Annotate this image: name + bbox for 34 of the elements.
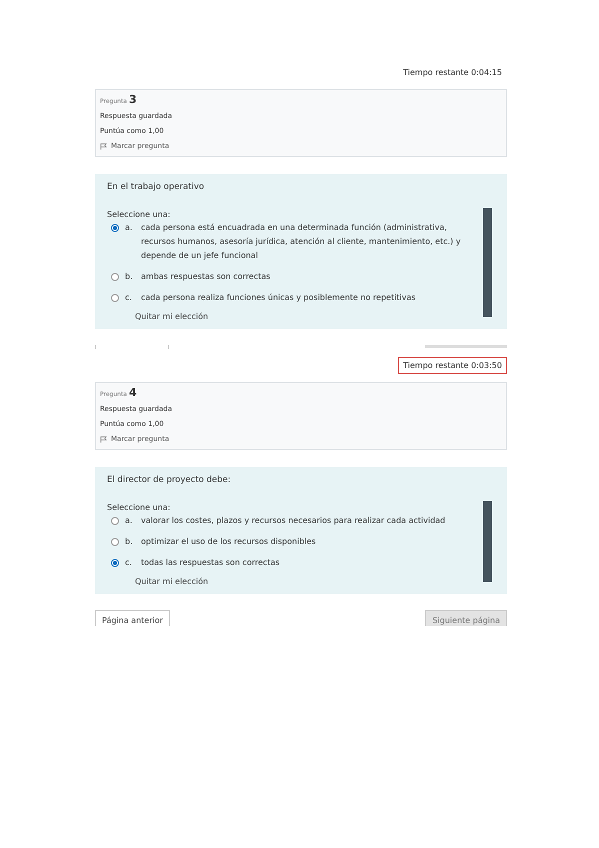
option-letter: b. bbox=[125, 536, 134, 548]
next-page-button[interactable]: Siguiente página bbox=[425, 610, 507, 626]
flag-icon[interactable] bbox=[100, 436, 107, 442]
option-letter: a. bbox=[125, 222, 134, 234]
radio-button[interactable] bbox=[111, 224, 119, 232]
option-text: todas las respuestas son correctas bbox=[141, 557, 281, 569]
option-letter: a. bbox=[125, 515, 134, 527]
option-text: cada persona realiza funciones únicas y posiblemente no repetitivas bbox=[141, 292, 417, 304]
question-text: En el trabajo operativo bbox=[107, 182, 206, 192]
option-letter: c. bbox=[125, 292, 133, 304]
question-number: 3 bbox=[128, 93, 137, 106]
clear-choice-link[interactable]: Quitar mi elección bbox=[135, 312, 469, 321]
radio-button[interactable] bbox=[111, 538, 119, 546]
scrollbar[interactable] bbox=[483, 208, 492, 317]
option-text: ambas respuestas son correctas bbox=[141, 271, 272, 283]
radio-button[interactable] bbox=[111, 559, 119, 567]
prompt-text: Seleccione una: bbox=[107, 503, 172, 512]
radio-button[interactable] bbox=[111, 294, 119, 302]
timer: Tiempo restante 0:04:15 bbox=[402, 67, 503, 79]
prompt-text: Seleccione una: bbox=[107, 210, 172, 219]
option-letter: b. bbox=[125, 271, 134, 283]
question-text: El director de proyecto debe: bbox=[107, 475, 232, 485]
option-text: valorar los costes, plazos y recursos necesarios para realizar cada actividad bbox=[141, 515, 446, 527]
flag-icon[interactable] bbox=[100, 142, 107, 150]
radio-button[interactable] bbox=[111, 273, 119, 281]
scrollbar[interactable] bbox=[483, 501, 492, 582]
question-number: 4 bbox=[128, 386, 137, 399]
option-text: optimizar el uso de los recursos disponibles bbox=[141, 536, 317, 548]
option-text: cada persona está encuadrada en una determinada función (administrativa, recursos humanos, asesoría jurídica, atención al cliente, mantenimiento, etc.) y depende de un jefe funcional bbox=[141, 222, 462, 262]
radio-button[interactable] bbox=[111, 517, 119, 525]
previous-page-button[interactable]: Página anterior bbox=[95, 610, 170, 626]
clear-choice-link[interactable]: Quitar mi elección bbox=[135, 577, 469, 586]
option-letter: c. bbox=[125, 557, 133, 569]
timer: Tiempo restante 0:03:50 bbox=[398, 357, 507, 374]
